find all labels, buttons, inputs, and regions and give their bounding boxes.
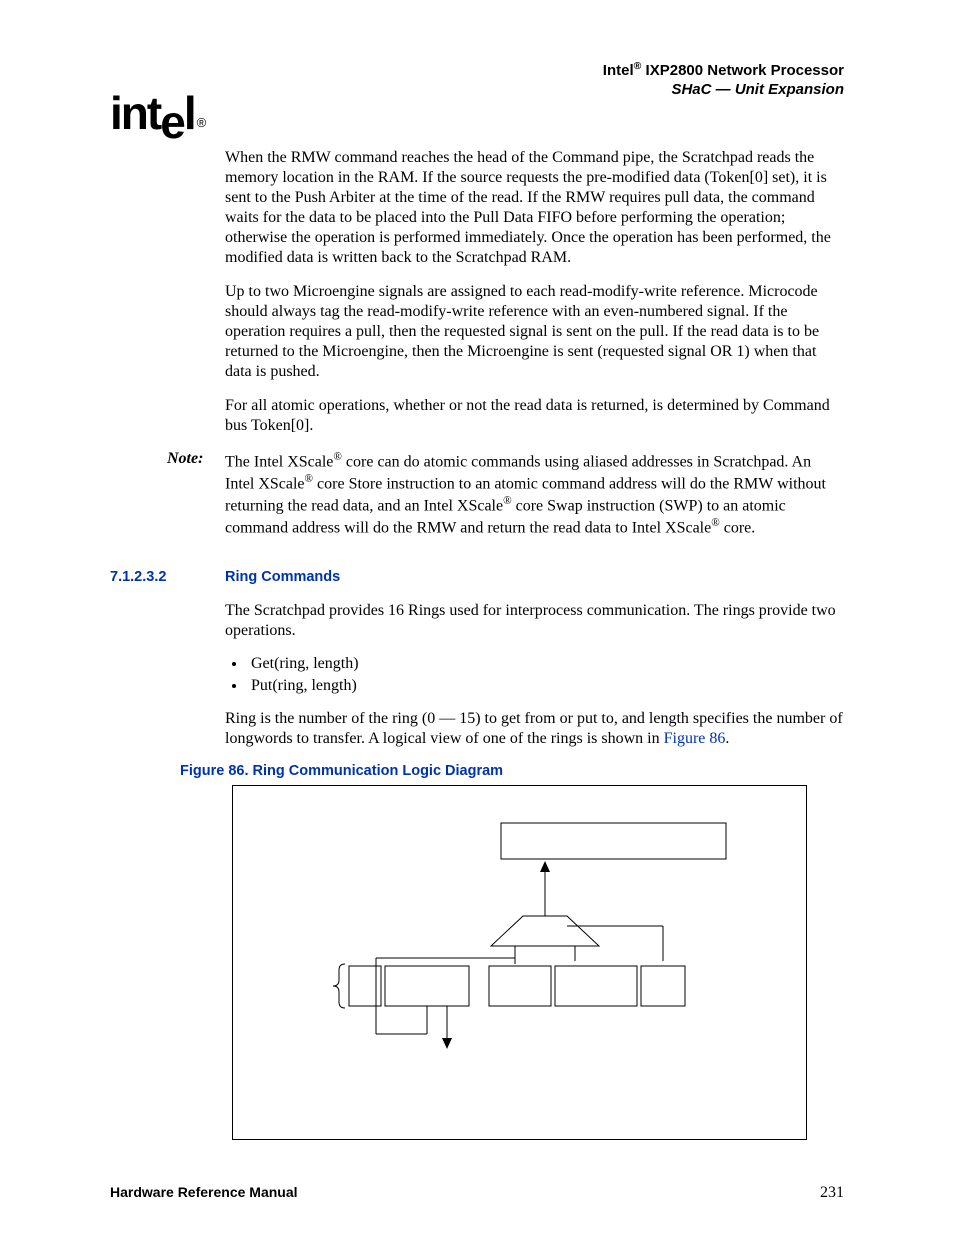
operations-list: Get(ring, length) Put(ring, length) bbox=[225, 655, 844, 695]
logo-letter-drop: e bbox=[160, 99, 184, 145]
logo-letter: i bbox=[110, 87, 121, 139]
figure-frame bbox=[232, 785, 807, 1140]
note-fragment: The Intel XScale bbox=[225, 453, 333, 470]
paragraph: When the RMW command reaches the head of… bbox=[225, 148, 844, 268]
note-text: The Intel XScale® core can do atomic com… bbox=[225, 450, 844, 539]
note-block: Note: The Intel XScale® core can do atom… bbox=[167, 450, 844, 539]
logo-letter: n bbox=[121, 87, 147, 139]
paragraph: For all atomic operations, whether or no… bbox=[225, 396, 844, 436]
text-fragment: Ring is the number of the ring (0 — 15) … bbox=[225, 710, 843, 747]
reg-mark: ® bbox=[503, 495, 512, 507]
ring-diagram-icon bbox=[233, 786, 806, 1139]
list-item: Get(ring, length) bbox=[247, 655, 844, 673]
footer-page-number: 231 bbox=[820, 1184, 844, 1202]
reg-mark: ® bbox=[333, 451, 342, 463]
paragraph: Up to two Microengine signals are assign… bbox=[225, 282, 844, 382]
header-product-prefix: Intel bbox=[603, 62, 634, 79]
section-title: Ring Commands bbox=[225, 569, 340, 585]
text-fragment: . bbox=[725, 730, 729, 747]
note-body: The Intel XScale® core can do atomic com… bbox=[225, 450, 844, 539]
section-heading: 7.1.2.3.2 Ring Commands bbox=[110, 569, 844, 585]
reg-mark: ® bbox=[305, 473, 314, 485]
list-item: Put(ring, length) bbox=[247, 677, 844, 695]
header-line-2: SHaC — Unit Expansion bbox=[110, 81, 844, 100]
logo-letter: l bbox=[184, 87, 195, 139]
note-label: Note: bbox=[167, 450, 225, 539]
logo-letter: t bbox=[147, 87, 160, 139]
footer-title: Hardware Reference Manual bbox=[110, 1184, 298, 1202]
reg-mark: ® bbox=[711, 517, 720, 529]
header-line-1: Intel® IXP2800 Network Processor bbox=[110, 60, 844, 81]
page: Intel® IXP2800 Network Processor SHaC — … bbox=[0, 0, 954, 1235]
intel-logo: intel® bbox=[110, 90, 202, 136]
paragraph: Ring is the number of the ring (0 — 15) … bbox=[225, 709, 844, 749]
page-footer: Hardware Reference Manual 231 bbox=[110, 1184, 844, 1202]
note-fragment: core. bbox=[720, 520, 756, 537]
figure-caption: Figure 86. Ring Communication Logic Diag… bbox=[180, 763, 844, 779]
figure-reference-link[interactable]: Figure 86 bbox=[664, 730, 726, 747]
logo-reg-mark: ® bbox=[197, 115, 205, 130]
paragraph: The Scratchpad provides 16 Rings used fo… bbox=[225, 601, 844, 641]
page-header: Intel® IXP2800 Network Processor SHaC — … bbox=[110, 60, 844, 100]
header-product-suffix: IXP2800 Network Processor bbox=[641, 62, 844, 79]
body-column: When the RMW command reaches the head of… bbox=[225, 148, 844, 1140]
section-number: 7.1.2.3.2 bbox=[110, 569, 225, 585]
